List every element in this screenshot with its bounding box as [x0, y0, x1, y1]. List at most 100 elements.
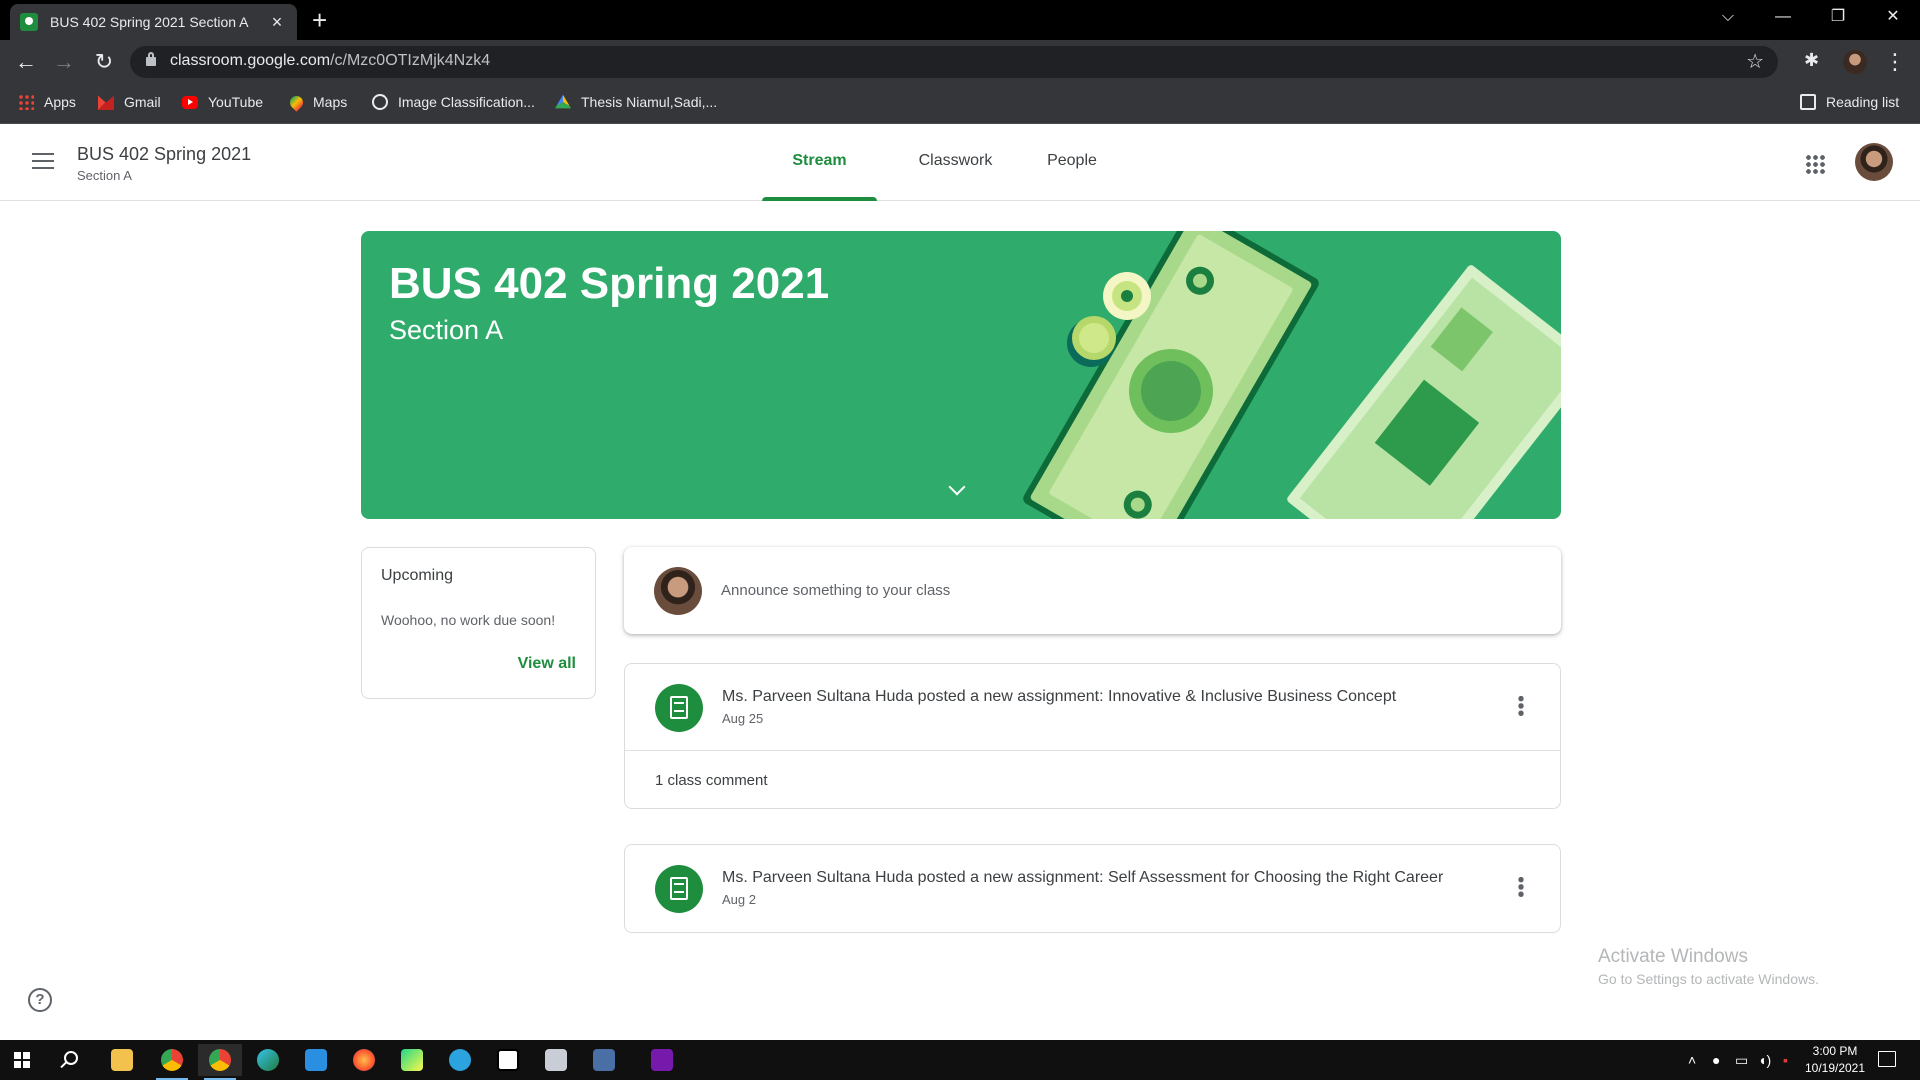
- minimize-icon[interactable]: —: [1755, 0, 1811, 36]
- view-all-link[interactable]: View all: [518, 655, 576, 673]
- chrome-icon: [209, 1049, 231, 1071]
- volume-icon[interactable]: ◖): [1758, 1040, 1771, 1080]
- bookmarks-bar: Apps Gmail YouTube Maps Image Classifica…: [0, 84, 1920, 124]
- pycharm-taskbar[interactable]: [390, 1044, 434, 1076]
- chrome-profile-taskbar[interactable]: [198, 1044, 242, 1080]
- calculator-taskbar[interactable]: [582, 1044, 626, 1076]
- folder-icon: [111, 1049, 133, 1071]
- main-menu-icon[interactable]: [32, 153, 54, 169]
- bookmark-image-classification[interactable]: Image Classification...: [372, 84, 535, 120]
- assignment-icon: [655, 865, 703, 913]
- tab-people[interactable]: People: [1034, 124, 1110, 201]
- banner-title[interactable]: BUS 402 Spring 2021: [389, 259, 829, 309]
- edge-taskbar[interactable]: [246, 1044, 290, 1076]
- tab-close-icon[interactable]: ×: [267, 12, 287, 33]
- apps-grid-icon: [18, 94, 34, 110]
- gmail-icon: [98, 95, 114, 110]
- post-title[interactable]: Ms. Parveen Sultana Huda posted a new as…: [722, 688, 1482, 706]
- windows-start-icon[interactable]: [14, 1052, 30, 1068]
- tab-title: BUS 402 Spring 2021 Section A: [50, 14, 249, 30]
- telegram-taskbar[interactable]: [438, 1044, 482, 1076]
- new-tab-icon[interactable]: +: [312, 6, 327, 34]
- bookmark-apps[interactable]: Apps: [18, 84, 76, 120]
- upcoming-title: Upcoming: [381, 567, 454, 584]
- taskbar-clock[interactable]: 3:00 PM 10/19/2021: [1800, 1043, 1870, 1077]
- forward-icon[interactable]: →: [46, 40, 82, 84]
- restore-icon[interactable]: ❐: [1810, 0, 1866, 36]
- bookmark-label: Thesis Niamul,Sadi,...: [581, 94, 718, 110]
- browser-toolbar: ← → ↻ classroom.google.com/c/Mzc0OTIzMjk…: [0, 40, 1920, 84]
- bookmark-star-icon[interactable]: ☆: [1746, 49, 1764, 74]
- google-apps-icon[interactable]: [1805, 154, 1825, 174]
- network-icon[interactable]: ▭: [1735, 1040, 1748, 1080]
- bookmark-label: YouTube: [208, 94, 264, 110]
- chrome-taskbar[interactable]: [150, 1044, 194, 1080]
- tray-chevron-icon[interactable]: ˄: [1688, 1040, 1696, 1080]
- pycharm-icon: [401, 1049, 423, 1071]
- url-text: classroom.google.com/c/Mzc0OTIzMjk4Nzk4: [170, 52, 491, 69]
- post-title[interactable]: Ms. Parveen Sultana Huda posted a new as…: [722, 869, 1482, 887]
- extensions-puzzle-icon[interactable]: ✱: [1804, 50, 1824, 72]
- watermark-title: Activate Windows: [1598, 946, 1748, 967]
- user-avatar: [654, 567, 702, 615]
- bookmark-maps[interactable]: Maps: [287, 84, 348, 120]
- tab-classwork[interactable]: Classwork: [902, 124, 1009, 201]
- chrome-menu-icon[interactable]: ⋮: [1884, 46, 1906, 78]
- help-icon[interactable]: ?: [28, 988, 52, 1012]
- close-window-icon[interactable]: ✕: [1865, 0, 1920, 36]
- more-options-icon[interactable]: [1518, 876, 1524, 898]
- reading-list-button[interactable]: Reading list: [1800, 84, 1899, 120]
- course-title[interactable]: BUS 402 Spring 2021: [77, 144, 251, 165]
- banner-subtitle: Section A: [389, 315, 504, 345]
- edge-icon: [257, 1049, 279, 1071]
- onenote-icon: [651, 1049, 673, 1071]
- account-avatar[interactable]: [1855, 143, 1893, 181]
- address-bar[interactable]: classroom.google.com/c/Mzc0OTIzMjk4Nzk4 …: [130, 46, 1778, 78]
- reading-list-icon: [1800, 94, 1816, 110]
- back-icon[interactable]: ←: [8, 40, 44, 84]
- microphone-icon[interactable]: ●: [1712, 1040, 1720, 1080]
- bookmark-youtube[interactable]: YouTube: [182, 84, 263, 120]
- chrome-icon: [161, 1049, 183, 1071]
- bookmark-gmail[interactable]: Gmail: [98, 84, 161, 120]
- notifications-icon[interactable]: [1878, 1051, 1896, 1067]
- upcoming-card: Upcoming Woohoo, no work due soon! View …: [361, 547, 596, 699]
- post-date: Aug 2: [722, 892, 756, 907]
- banner-expand-chevron-icon[interactable]: [948, 478, 966, 496]
- notion-taskbar[interactable]: [486, 1044, 530, 1076]
- vscode-taskbar[interactable]: [294, 1044, 338, 1076]
- lock-icon[interactable]: [146, 52, 156, 66]
- telegram-icon: [449, 1049, 471, 1071]
- browser-tab[interactable]: BUS 402 Spring 2021 Section A ×: [10, 4, 297, 40]
- upcoming-empty-text: Woohoo, no work due soon!: [381, 612, 556, 628]
- watermark-subtitle: Go to Settings to activate Windows.: [1598, 971, 1819, 987]
- firefox-taskbar[interactable]: [342, 1044, 386, 1076]
- more-options-icon[interactable]: [1518, 695, 1524, 717]
- post-date: Aug 25: [722, 711, 764, 726]
- announce-placeholder[interactable]: Announce something to your class: [721, 582, 950, 599]
- globe-icon: [372, 94, 388, 110]
- windows-taskbar: ˄ ● ▭ ◖) ▪ 3:00 PM 10/19/2021: [0, 1040, 1920, 1080]
- youtube-icon: [182, 95, 198, 109]
- reload-icon[interactable]: ↻: [86, 40, 122, 84]
- bookmark-thesis[interactable]: Thesis Niamul,Sadi,...: [555, 84, 717, 120]
- bookmark-label: Maps: [313, 94, 348, 110]
- app-window-icon: [545, 1049, 567, 1071]
- tab-search-chevron-icon[interactable]: ⌵: [1700, 0, 1756, 36]
- activate-windows-watermark: Activate Windows Go to Settings to activ…: [1598, 946, 1819, 987]
- class-comment-link[interactable]: 1 class comment: [655, 772, 768, 789]
- profile-avatar-icon[interactable]: [1843, 50, 1867, 74]
- file-explorer-taskbar[interactable]: [100, 1044, 144, 1076]
- stream-post[interactable]: Ms. Parveen Sultana Huda posted a new as…: [624, 844, 1561, 933]
- firefox-icon: [353, 1049, 375, 1071]
- money-illustration: [1023, 231, 1561, 519]
- taskbar-search-icon[interactable]: [64, 1051, 78, 1065]
- post-divider: [625, 750, 1560, 751]
- onenote-taskbar[interactable]: [640, 1044, 684, 1076]
- app-taskbar[interactable]: [534, 1044, 578, 1076]
- tab-stream[interactable]: Stream: [762, 124, 877, 201]
- antivirus-icon[interactable]: ▪: [1783, 1040, 1788, 1080]
- stream-post[interactable]: Ms. Parveen Sultana Huda posted a new as…: [624, 663, 1561, 809]
- classroom-app: BUS 402 Spring 2021 Section A Stream Cla…: [0, 124, 1920, 1040]
- announce-box[interactable]: Announce something to your class: [624, 547, 1561, 634]
